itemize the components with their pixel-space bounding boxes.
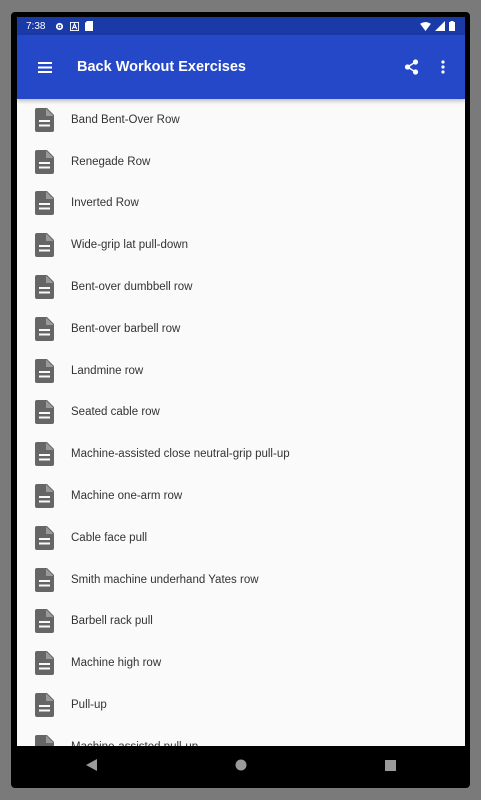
list-item-label: Band Bent-Over Row: [71, 113, 180, 126]
share-icon: [404, 59, 418, 75]
document-icon: [17, 149, 71, 174]
document-icon: [17, 567, 71, 592]
document-icon: [17, 107, 71, 132]
document-icon: [17, 651, 71, 676]
list-item[interactable]: Cable face pull: [17, 517, 465, 559]
back-button[interactable]: [72, 746, 112, 784]
recents-square-icon: [384, 759, 396, 771]
document-icon: [17, 400, 71, 425]
list-item-label: Renegade Row: [71, 155, 151, 168]
list-item-label: Bent-over barbell row: [71, 322, 181, 335]
list-item[interactable]: Seated cable row: [17, 392, 465, 434]
document-icon: [17, 609, 71, 634]
exercise-list: Band Bent-Over Row Renegade Row Inverted R…: [17, 99, 465, 762]
back-triangle-icon: [86, 759, 98, 771]
document-icon: [17, 275, 71, 300]
more-vert-icon: [441, 60, 445, 74]
battery-icon: [449, 21, 455, 31]
list-item[interactable]: Bent-over dumbbell row: [17, 266, 465, 308]
system-status-icons: [420, 21, 455, 31]
status-time: 7:38: [26, 20, 46, 32]
list-item[interactable]: Landmine row: [17, 350, 465, 392]
wifi-icon: [420, 21, 431, 31]
sd-card-icon: [85, 21, 94, 31]
list-item-label: Seated cable row: [71, 406, 160, 419]
status-bar: 7:38: [17, 17, 465, 35]
list-item[interactable]: Pull-up: [17, 684, 465, 726]
list-item-label: Wide-grip lat pull-down: [71, 239, 188, 252]
list-item[interactable]: Renegade Row: [17, 141, 465, 183]
notification-icons: [55, 21, 94, 31]
home-button[interactable]: [221, 746, 261, 784]
list-item-label: Inverted Row: [71, 197, 139, 210]
list-item[interactable]: Machine high row: [17, 642, 465, 684]
list-item-label: Machine one-arm row: [71, 490, 183, 503]
screen: 7:38 Back Workout Exercises Band Bent-Ov…: [17, 17, 465, 784]
document-icon: [17, 358, 71, 383]
list-item-label: Landmine row: [71, 364, 144, 377]
list-item[interactable]: Inverted Row: [17, 183, 465, 225]
home-circle-icon: [235, 759, 247, 771]
page-title: Back Workout Exercises: [77, 59, 246, 75]
list-item-label: Bent-over dumbbell row: [71, 281, 193, 294]
app-bar-actions: [395, 43, 465, 91]
app-bar: Back Workout Exercises: [17, 35, 465, 99]
document-icon: [17, 525, 71, 550]
list-item-label: Smith machine underhand Yates row: [71, 573, 259, 586]
list-item[interactable]: Band Bent-Over Row: [17, 99, 465, 141]
document-icon: [17, 233, 71, 258]
list-item-label: Machine-assisted close neutral-grip pull…: [71, 448, 290, 461]
signal-icon: [435, 21, 445, 31]
list-item[interactable]: Bent-over barbell row: [17, 308, 465, 350]
list-item-label: Pull-up: [71, 699, 107, 712]
share-button[interactable]: [395, 43, 427, 91]
list-item-label: Barbell rack pull: [71, 615, 153, 628]
document-icon: [17, 316, 71, 341]
list-item[interactable]: Machine-assisted close neutral-grip pull…: [17, 433, 465, 475]
hamburger-icon: [38, 61, 52, 73]
overflow-menu-button[interactable]: [427, 43, 459, 91]
a-letter-icon: [70, 21, 80, 31]
list-item-label: Machine high row: [71, 657, 162, 670]
document-icon: [17, 191, 71, 216]
list-item[interactable]: Barbell rack pull: [17, 601, 465, 643]
recents-button[interactable]: [370, 746, 410, 784]
settings-icon: [56, 22, 64, 30]
list-item[interactable]: Smith machine underhand Yates row: [17, 559, 465, 601]
navigation-bar: [17, 746, 465, 784]
list-item[interactable]: Machine one-arm row: [17, 475, 465, 517]
list-item-label: Cable face pull: [71, 531, 148, 544]
document-icon: [17, 693, 71, 718]
list-item[interactable]: Wide-grip lat pull-down: [17, 224, 465, 266]
document-icon: [17, 484, 71, 509]
menu-button[interactable]: [17, 35, 73, 99]
document-icon: [17, 442, 71, 467]
